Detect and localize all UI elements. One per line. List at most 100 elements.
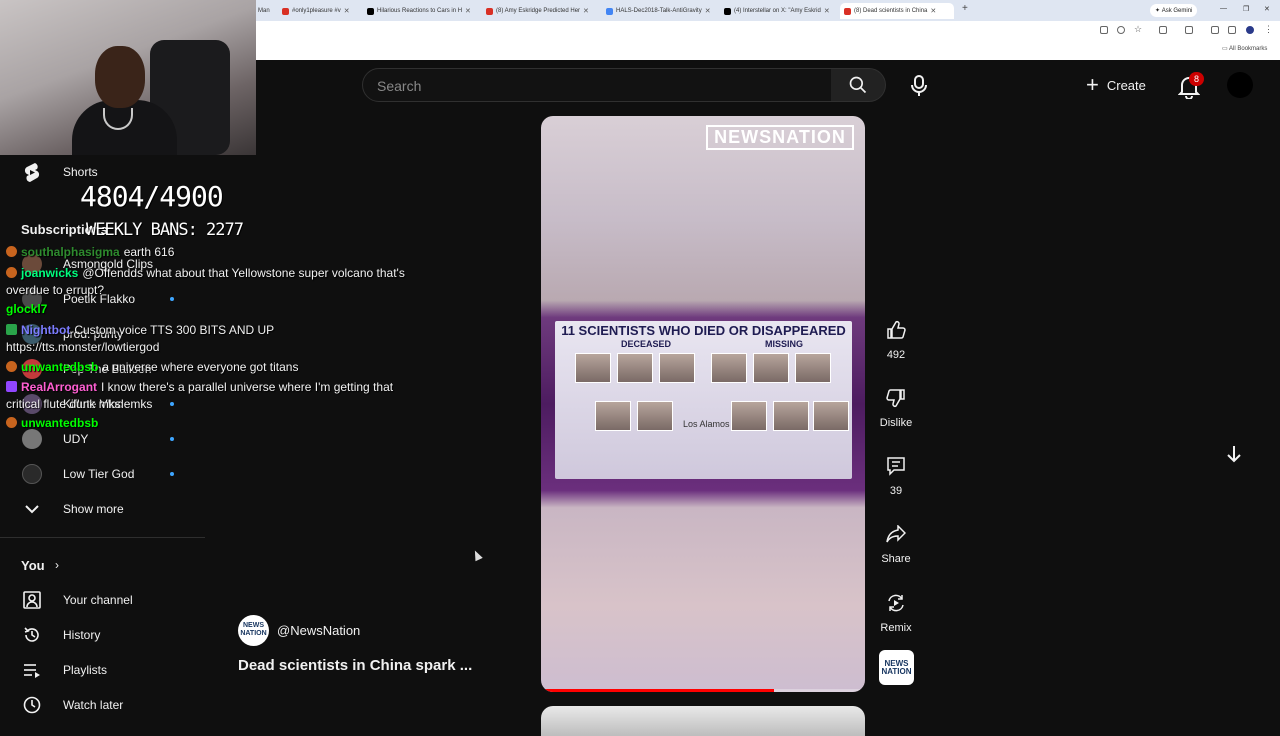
search-icon	[849, 76, 867, 94]
close-tab-icon[interactable]: ✕	[824, 7, 830, 15]
you-title: You	[21, 557, 45, 573]
comments-button[interactable]: 39	[876, 451, 916, 497]
chat-message: joanwicks @Offendds what about that Yello…	[6, 265, 406, 299]
browser-tab[interactable]: HALS-Dec2018-Talk-AntiGravity ✕	[606, 3, 714, 19]
video-progress-bar[interactable]	[541, 689, 865, 692]
thumbs-down-icon	[876, 383, 916, 413]
chat-message: RealArrogant I know there's a parallel un…	[6, 379, 416, 413]
close-tab-icon[interactable]: ✕	[583, 7, 589, 15]
zoom-icon[interactable]	[1117, 26, 1125, 34]
account-avatar-icon[interactable]	[1246, 26, 1254, 34]
sidebar-item-label: Watch later	[63, 698, 124, 712]
chat-text: earth 616	[123, 245, 175, 259]
close-window-icon[interactable]: ✕	[1264, 5, 1270, 13]
new-content-dot	[170, 437, 174, 441]
video-progress-fill	[541, 689, 775, 692]
chevron-right-icon: ›	[55, 558, 59, 572]
webcam-overlay	[0, 0, 256, 155]
bookmark-star-icon[interactable]: ☆	[1134, 24, 1142, 34]
browser-tab[interactable]: Man	[258, 3, 280, 19]
scientist-photo	[637, 401, 673, 431]
channel-handle[interactable]: @NewsNation	[277, 623, 360, 638]
chat-username: southalphasigma	[21, 245, 120, 259]
document-favicon-icon	[606, 7, 613, 15]
playlist-icon	[22, 660, 42, 680]
all-bookmarks[interactable]: ▭ All Bookmarks	[1222, 45, 1267, 52]
short-video-player[interactable]: NEWSNATION 11 SCIENTISTS WHO DIED OR DIS…	[541, 116, 865, 692]
newsnation-logo: NEWSNATION	[706, 125, 854, 150]
browser-tab-active[interactable]: (8) Dead scientists in China ✕	[840, 3, 954, 19]
new-tab-button[interactable]: +	[962, 3, 968, 14]
channel-avatar	[22, 464, 42, 484]
show-more-label: Show more	[63, 502, 124, 516]
voice-search-button[interactable]	[905, 72, 932, 99]
create-button[interactable]: + Create	[1086, 74, 1146, 96]
share-button[interactable]: Share	[876, 519, 916, 565]
extensions-icon[interactable]	[1159, 26, 1167, 34]
comment-icon	[876, 451, 916, 481]
x-favicon-icon	[724, 7, 731, 15]
menu-dots-icon[interactable]: ⋮	[1264, 24, 1273, 34]
search-button[interactable]	[831, 68, 886, 102]
dislike-label: Dislike	[879, 417, 913, 429]
scientist-photo	[753, 353, 789, 383]
download-icon[interactable]	[1211, 26, 1219, 34]
chat-username: unwantedbsb	[21, 416, 99, 430]
search-input[interactable]: Search	[362, 68, 832, 102]
dislike-button[interactable]: Dislike	[876, 383, 916, 429]
shorts-icon	[22, 162, 42, 182]
channel-thumbnail-button[interactable]: NEWS NATION	[879, 650, 914, 685]
like-button[interactable]: 492	[876, 315, 916, 361]
profile-icon[interactable]	[1228, 26, 1236, 34]
channel-avatar[interactable]: NEWS NATION	[238, 615, 269, 646]
all-bookmarks-label: All Bookmarks	[1229, 46, 1268, 52]
next-short-button[interactable]	[1224, 444, 1244, 469]
sidebar-divider	[0, 537, 205, 538]
subscription-name: Low Tier God	[63, 467, 135, 481]
chat-username: joanwicks	[21, 266, 79, 280]
close-tab-icon[interactable]: ✕	[465, 7, 471, 15]
cast-icon[interactable]	[1100, 26, 1108, 34]
deceased-label: DECEASED	[621, 339, 672, 349]
weekly-bans: WEEKLY BANS: 2277	[86, 220, 244, 240]
chat-message: unwantedbsb a universe where everyone got…	[6, 359, 426, 376]
sidebar-item-label: Playlists	[63, 663, 108, 677]
sidepanel-icon[interactable]	[1185, 26, 1193, 34]
chat-badge-icon	[6, 417, 17, 428]
minimize-icon[interactable]: —	[1220, 5, 1227, 12]
location-text: Los Alamos	[683, 419, 730, 429]
tab-label: #only1pleasure #v	[292, 8, 341, 14]
tab-label: (8) Dead scientists in China	[854, 8, 928, 14]
close-tab-icon[interactable]: ✕	[344, 7, 350, 15]
ask-gemini-button[interactable]: ✦ Ask Gemini	[1150, 4, 1198, 17]
subscription-name: UDY	[63, 432, 89, 446]
short-title[interactable]: Dead scientists in China spark ...	[238, 657, 472, 674]
share-icon	[876, 519, 916, 549]
tab-label: Man	[258, 8, 270, 14]
browser-tab[interactable]: Hilarious Reactions to Cars in H ✕	[367, 3, 475, 19]
remix-button[interactable]: Remix	[876, 588, 916, 634]
tab-label: (4) Interstellar on X: "Amy Eskrid	[734, 8, 821, 14]
account-avatar[interactable]	[1227, 72, 1253, 98]
browser-tab[interactable]: (4) Interstellar on X: "Amy Eskrid ✕	[724, 3, 832, 19]
mouse-cursor-icon	[471, 548, 483, 562]
next-short-preview[interactable]	[541, 706, 865, 736]
tab-label: HALS-Dec2018-Talk-AntiGravity	[616, 8, 702, 14]
comment-count: 39	[889, 485, 903, 497]
tiktok-favicon-icon	[367, 7, 374, 15]
short-channel-info[interactable]: NEWS NATION @NewsNation	[238, 615, 360, 646]
close-tab-icon[interactable]: ✕	[705, 7, 711, 15]
chat-username: unwantedbsb	[21, 360, 99, 374]
notification-badge: 8	[1189, 72, 1204, 86]
close-tab-icon[interactable]: ✕	[930, 7, 936, 15]
browser-tab[interactable]: (8) Amy Eskridge Predicted Her ✕	[486, 3, 596, 19]
chat-message: unwantedbsb	[6, 415, 426, 432]
streamer-head	[95, 46, 145, 108]
verified-bot-icon	[6, 324, 17, 335]
microphone-icon	[910, 74, 927, 96]
goal-counter: 4804/4900	[80, 180, 224, 213]
browser-tab[interactable]: #only1pleasure #v ✕	[282, 3, 357, 19]
browser-toolbar	[256, 21, 1280, 41]
restore-icon[interactable]: ❐	[1243, 5, 1249, 13]
clock-icon	[22, 695, 42, 715]
